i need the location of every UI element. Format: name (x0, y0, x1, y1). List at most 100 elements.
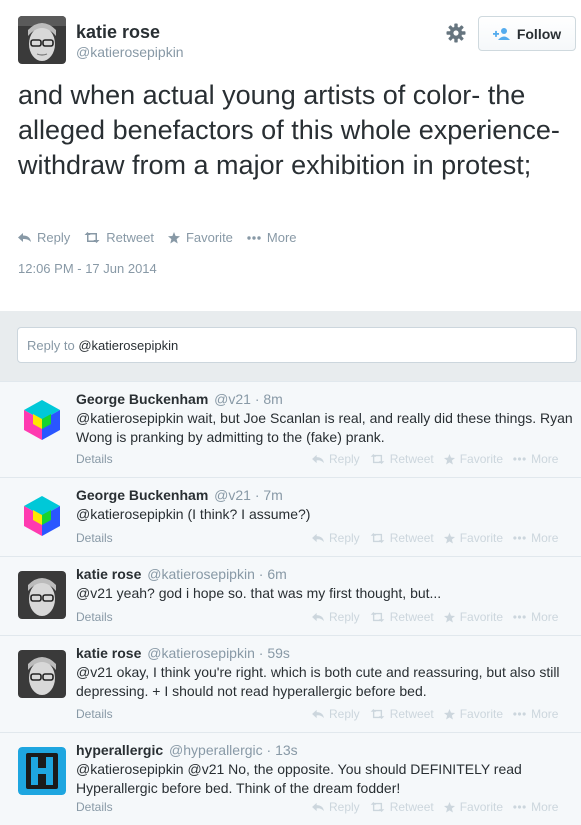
star-icon (443, 532, 455, 544)
reply-icon (312, 454, 324, 464)
favorite-label: Favorite (185, 230, 233, 245)
reply-label: Reply (329, 531, 360, 545)
more-button[interactable]: More (513, 610, 558, 624)
avatar[interactable] (18, 396, 66, 444)
details-link[interactable]: Details (76, 610, 113, 624)
more-button[interactable]: More (513, 800, 558, 814)
reply-tweet[interactable]: hyperallergic @hyperallergic · 13s @kati… (0, 732, 581, 825)
reply-header: George Buckenham @v21 · 8m (76, 391, 283, 407)
retweet-button[interactable]: Retweet (370, 531, 434, 545)
reply-button[interactable]: Reply (18, 230, 70, 245)
reply-button[interactable]: Reply (312, 610, 360, 624)
more-button[interactable]: More (513, 452, 558, 466)
retweet-button[interactable]: Retweet (84, 230, 154, 245)
retweet-button[interactable]: Retweet (370, 707, 434, 721)
reply-button[interactable]: Reply (312, 531, 360, 545)
reply-text: @katierosepipkin @v21 No, the opposite. … (76, 761, 522, 796)
reply-input[interactable]: Reply to @katierosepipkin (17, 327, 577, 363)
reply-tweet[interactable]: katie rose @katierosepipkin · 6m @v21 ye… (0, 556, 581, 635)
reply-actions: Reply Retweet Favorite More (312, 452, 558, 466)
reply-author-name[interactable]: George Buckenham (76, 391, 208, 407)
retweet-icon (370, 533, 385, 543)
author-handle[interactable]: @katierosepipkin (76, 44, 184, 60)
reply-tweet[interactable]: katie rose @katierosepipkin · 59s @v21 o… (0, 635, 581, 732)
retweet-icon (84, 232, 100, 243)
reply-author-handle[interactable]: @katierosepipkin (147, 645, 255, 661)
star-icon (443, 708, 455, 720)
follow-button[interactable]: Follow (478, 16, 576, 51)
reply-button[interactable]: Reply (312, 800, 360, 814)
details-link[interactable]: Details (76, 800, 113, 814)
reply-actions: Reply Retweet Favorite More (312, 800, 558, 814)
reply-icon (312, 612, 324, 622)
details-link[interactable]: Details (76, 452, 113, 466)
reply-author-name[interactable]: George Buckenham (76, 487, 208, 503)
favorite-button[interactable]: Favorite (443, 531, 504, 545)
reply-tweet[interactable]: George Buckenham @v21 · 7m @katierosepip… (0, 477, 581, 556)
reply-button[interactable]: Reply (312, 452, 360, 466)
favorite-label: Favorite (459, 531, 504, 545)
reply-author-name[interactable]: katie rose (76, 645, 141, 661)
ellipsis-icon (247, 235, 261, 240)
avatar[interactable] (18, 747, 66, 795)
ellipsis-icon (513, 457, 526, 461)
retweet-label: Retweet (389, 452, 434, 466)
retweet-button[interactable]: Retweet (370, 452, 434, 466)
more-button[interactable]: More (247, 230, 297, 245)
reply-time[interactable]: · 8m (255, 391, 283, 407)
favorite-button[interactable]: Favorite (443, 800, 504, 814)
reply-label: Reply (329, 452, 360, 466)
details-link[interactable]: Details (76, 531, 113, 545)
reply-author-name[interactable]: katie rose (76, 566, 141, 582)
star-icon (443, 611, 455, 623)
favorite-label: Favorite (459, 452, 504, 466)
details-link[interactable]: Details (76, 707, 113, 721)
reply-author-name[interactable]: hyperallergic (76, 742, 163, 758)
reply-actions: Reply Retweet Favorite More (312, 707, 558, 721)
avatar[interactable] (18, 571, 66, 619)
reply-time[interactable]: · 6m (259, 566, 287, 582)
tweet-timestamp[interactable]: 12:06 PM - 17 Jun 2014 (18, 261, 157, 276)
avatar[interactable] (18, 16, 66, 64)
retweet-label: Retweet (389, 800, 434, 814)
reply-label: Reply (37, 230, 71, 245)
gear-icon[interactable] (445, 22, 467, 44)
reply-author-handle[interactable]: @hyperallergic (169, 742, 263, 758)
reply-text: @v21 yeah? god i hope so. that was my fi… (76, 585, 442, 601)
reply-time[interactable]: · 7m (255, 487, 283, 503)
retweet-button[interactable]: Retweet (370, 610, 434, 624)
more-button[interactable]: More (513, 707, 558, 721)
favorite-label: Favorite (459, 800, 504, 814)
retweet-label: Retweet (106, 230, 154, 245)
more-label: More (531, 800, 559, 814)
reply-author-handle[interactable]: @katierosepipkin (147, 566, 255, 582)
favorite-button[interactable]: Favorite (443, 610, 504, 624)
reply-author-handle[interactable]: @v21 (214, 391, 251, 407)
reply-author-handle[interactable]: @v21 (214, 487, 251, 503)
favorite-label: Favorite (459, 610, 504, 624)
favorite-button[interactable]: Favorite (443, 452, 504, 466)
add-user-icon (492, 27, 511, 41)
ellipsis-icon (513, 712, 526, 716)
reply-prefix: Reply to (27, 338, 79, 353)
reply-time[interactable]: · 59s (259, 645, 290, 661)
retweet-button[interactable]: Retweet (370, 800, 434, 814)
retweet-label: Retweet (389, 707, 434, 721)
tweet-actions: Reply Retweet Favorite More (18, 230, 297, 245)
avatar[interactable] (18, 650, 66, 698)
more-label: More (531, 452, 559, 466)
author-name[interactable]: katie rose (76, 22, 160, 43)
reply-header: hyperallergic @hyperallergic · 13s (76, 742, 298, 758)
reply-mention: @katierosepipkin (78, 338, 179, 353)
reply-time[interactable]: · 13s (267, 742, 298, 758)
favorite-button[interactable]: Favorite (443, 707, 503, 721)
favorite-button[interactable]: Favorite (167, 230, 233, 245)
more-label: More (531, 610, 559, 624)
reply-actions: Reply Retweet Favorite More (312, 531, 558, 545)
tweet-text: and when actual young artists of color- … (18, 80, 560, 180)
avatar[interactable] (18, 492, 66, 540)
star-icon (443, 453, 455, 465)
more-button[interactable]: More (513, 531, 558, 545)
reply-button[interactable]: Reply (312, 707, 360, 721)
reply-tweet[interactable]: George Buckenham @v21 · 8m @katierosepip… (0, 381, 581, 477)
